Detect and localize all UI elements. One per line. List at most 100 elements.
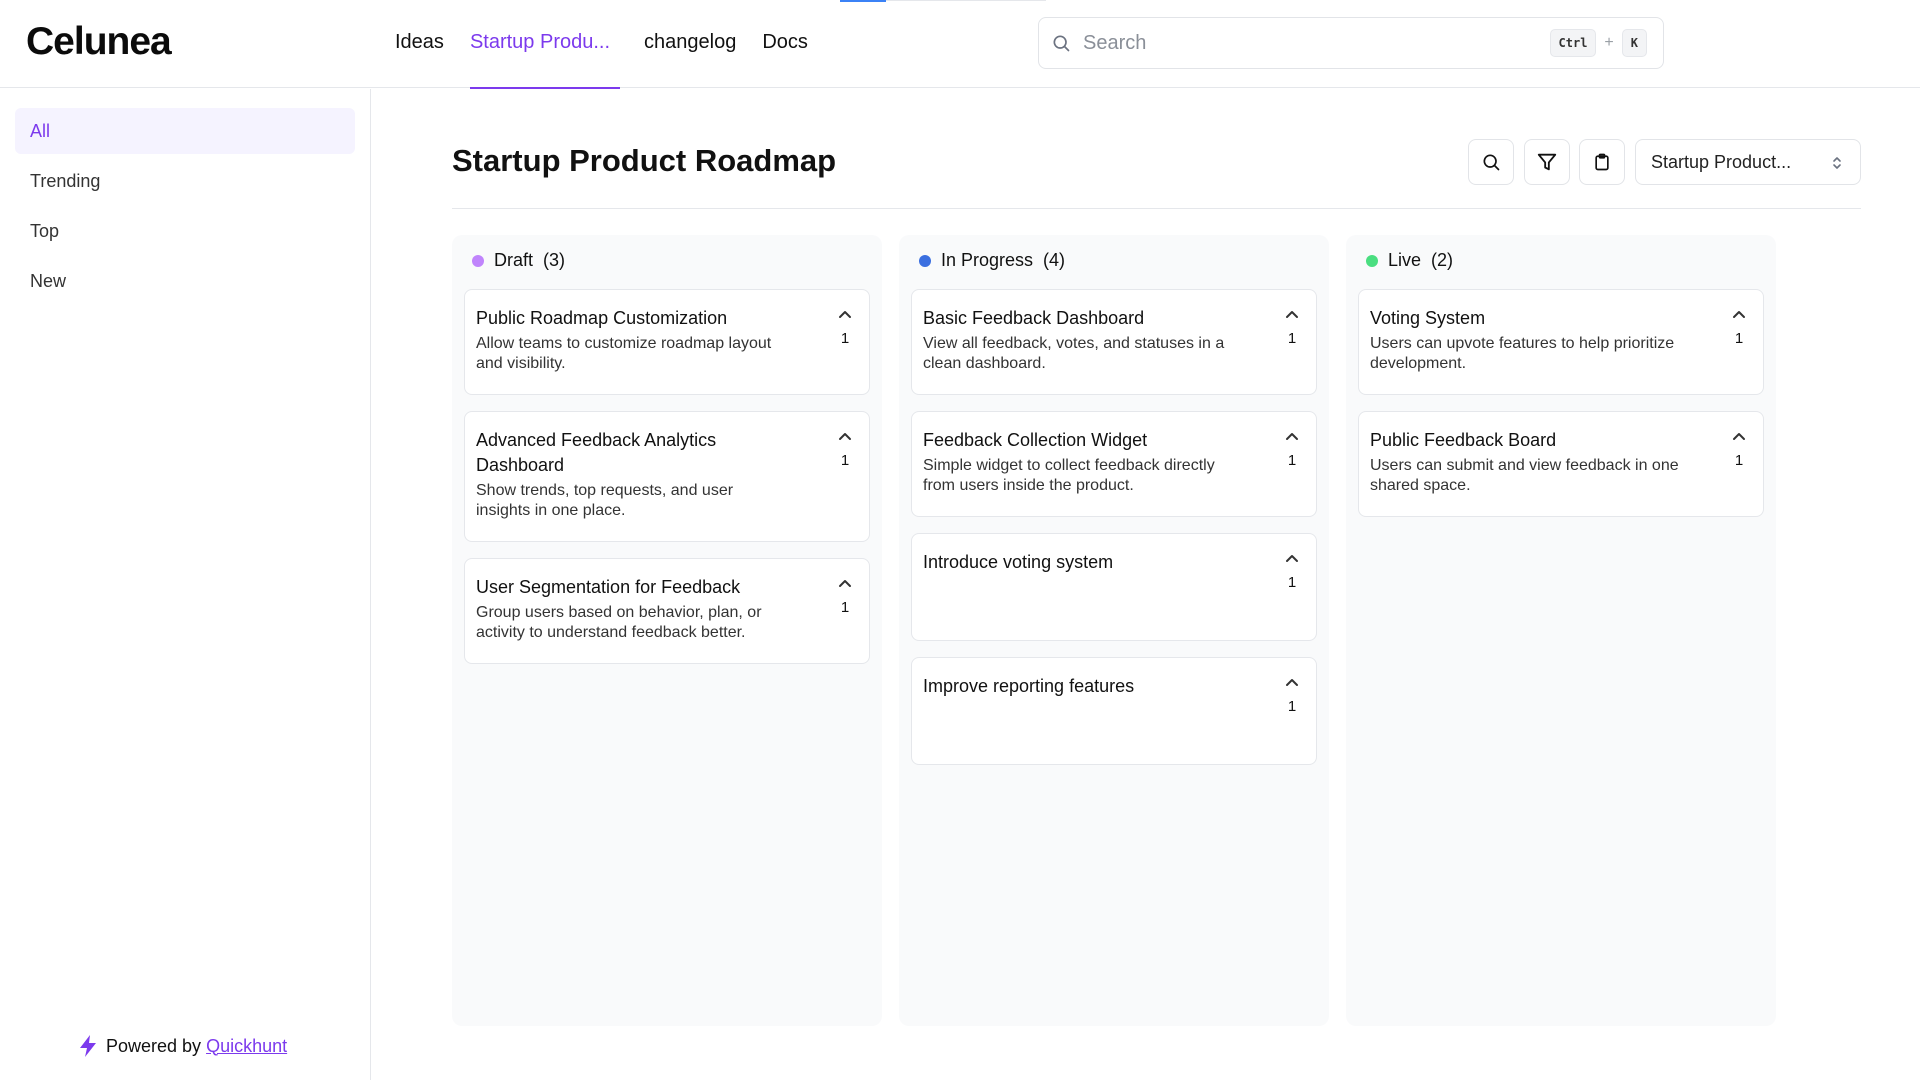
column-count: (2) [1431, 250, 1454, 270]
shortcut-ctrl-key: Ctrl [1549, 29, 1597, 57]
sidebar-item-new[interactable]: New [15, 258, 355, 304]
search-button[interactable] [1468, 139, 1514, 185]
clipboard-button[interactable] [1579, 139, 1625, 185]
chevron-up-icon [839, 311, 851, 318]
nav-startup-product[interactable]: Startup Produ... [469, 0, 621, 89]
card-description: Show trends, top requests, and user insi… [476, 482, 734, 519]
shortcut-k-key: K [1621, 29, 1647, 57]
card-description: Users can submit and view feedback in on… [1370, 457, 1679, 494]
chevron-up-icon [1733, 433, 1745, 440]
card-description: Allow teams to customize roadmap layout … [476, 335, 772, 372]
vote-count: 1 [1287, 452, 1297, 469]
nav-ideas[interactable]: Ideas [395, 0, 444, 88]
search-icon [1483, 154, 1500, 171]
roadmap-card[interactable]: Advanced Feedback Analytics Dashboard Sh… [464, 411, 870, 542]
column-header: Live (2) [1366, 250, 1453, 271]
card-title: Improve reporting features [923, 676, 1135, 696]
nav-changelog[interactable]: changelog [644, 0, 736, 88]
sidebar-item-top[interactable]: Top [15, 208, 355, 254]
vote-count: 1 [840, 330, 850, 347]
column-name: Draft [494, 250, 534, 270]
vote-count: 1 [840, 599, 850, 616]
upvote-button[interactable]: 1 [1280, 552, 1304, 591]
card-title: User Segmentation for Feedback [476, 577, 741, 597]
roadmap-card[interactable]: Introduce voting system 1 [911, 533, 1317, 641]
vote-count: 1 [1734, 330, 1744, 347]
brand-logo[interactable]: Celunea [26, 20, 172, 64]
sidebar: All Trending Top New [0, 89, 371, 1080]
header-divider [452, 208, 1861, 209]
roadmap-card[interactable]: Feedback Collection Widget Simple widget… [911, 411, 1317, 517]
roadmap-card[interactable]: Voting System Users can upvote features … [1358, 289, 1764, 395]
roadmap-card[interactable]: User Segmentation for Feedback Group use… [464, 558, 870, 664]
vote-count: 1 [1287, 330, 1297, 347]
vote-count: 1 [1287, 574, 1297, 591]
card-title: Advanced Feedback Analytics Dashboard [476, 430, 717, 475]
top-bar: Celunea Ideas Startup Produ... changelog… [0, 0, 1920, 89]
column-header: In Progress (4) [919, 250, 1065, 271]
sidebar-item-all[interactable]: All [15, 108, 355, 154]
nav-docs[interactable]: Docs [762, 0, 808, 88]
card-description: Users can upvote features to help priori… [1370, 335, 1675, 372]
lightning-icon [80, 1035, 96, 1057]
roadmap-card[interactable]: Basic Feedback Dashboard View all feedba… [911, 289, 1317, 395]
board-select[interactable]: Startup Product... [1635, 139, 1861, 185]
sidebar-item-trending[interactable]: Trending [15, 158, 355, 204]
card-description: View all feedback, votes, and statuses i… [923, 335, 1225, 372]
upvote-button[interactable]: 1 [1727, 430, 1751, 469]
search-icon [1053, 35, 1070, 52]
filter-button[interactable] [1524, 139, 1570, 185]
page-title: Startup Product Roadmap [452, 143, 837, 178]
column-count: (4) [1043, 250, 1066, 270]
card-description: Group users based on behavior, plan, or … [476, 604, 762, 641]
status-dot [1366, 254, 1378, 267]
chevron-up-icon [1286, 679, 1298, 686]
column-count: (3) [543, 250, 566, 270]
chevron-up-icon [1286, 555, 1298, 562]
shortcut-plus: + [1604, 34, 1614, 51]
column-name: In Progress [941, 250, 1034, 270]
filter-icon [1537, 153, 1557, 171]
card-title: Public Feedback Board [1370, 430, 1557, 450]
chevron-up-icon [839, 580, 851, 587]
status-dot [919, 254, 931, 267]
powered-by-text: Powered by [106, 1035, 202, 1056]
upvote-button[interactable]: 1 [1280, 676, 1304, 715]
roadmap-card[interactable]: Public Roadmap Customization Allow teams… [464, 289, 870, 395]
vote-count: 1 [840, 452, 850, 469]
upvote-button[interactable]: 1 [1727, 308, 1751, 347]
card-title: Basic Feedback Dashboard [923, 308, 1145, 328]
powered-by: Powered by Quickhunt [78, 1034, 287, 1058]
chevron-up-icon [1286, 311, 1298, 318]
card-title: Feedback Collection Widget [923, 430, 1148, 450]
card-description: Simple widget to collect feedback direct… [923, 457, 1215, 494]
column-name: Live [1388, 250, 1422, 270]
vote-count: 1 [1287, 698, 1297, 715]
status-dot [472, 254, 484, 267]
column-in-progress: In Progress (4) Basic Feedback Dashboard… [899, 235, 1329, 1026]
chevron-up-icon [1286, 433, 1298, 440]
upvote-button[interactable]: 1 [833, 308, 857, 347]
card-title: Introduce voting system [923, 552, 1114, 572]
search-input[interactable]: Search Ctrl + K [1038, 17, 1664, 69]
upvote-button[interactable]: 1 [1280, 430, 1304, 469]
loading-indicator [840, 0, 886, 2]
card-title: Voting System [1370, 308, 1486, 328]
upvote-button[interactable]: 1 [833, 577, 857, 616]
column-draft: Draft (3) Public Roadmap Customization A… [452, 235, 882, 1026]
roadmap-card[interactable]: Improve reporting features 1 [911, 657, 1317, 765]
upvote-button[interactable]: 1 [1280, 308, 1304, 347]
column-header: Draft (3) [472, 250, 565, 271]
board-select-value: Startup Product... [1651, 151, 1792, 172]
vote-count: 1 [1734, 452, 1744, 469]
chevron-up-down-icon [1833, 157, 1841, 169]
loading-track [886, 0, 1046, 1]
upvote-button[interactable]: 1 [833, 430, 857, 469]
main-nav: Ideas Startup Produ... changelog Docs [395, 0, 834, 89]
quickhunt-link[interactable]: Quickhunt [206, 1036, 287, 1057]
clipboard-icon [1595, 153, 1609, 171]
card-title: Public Roadmap Customization [476, 308, 728, 328]
column-live: Live (2) Voting System Users can upvote … [1346, 235, 1776, 1026]
chevron-up-icon [1733, 311, 1745, 318]
roadmap-card[interactable]: Public Feedback Board Users can submit a… [1358, 411, 1764, 517]
